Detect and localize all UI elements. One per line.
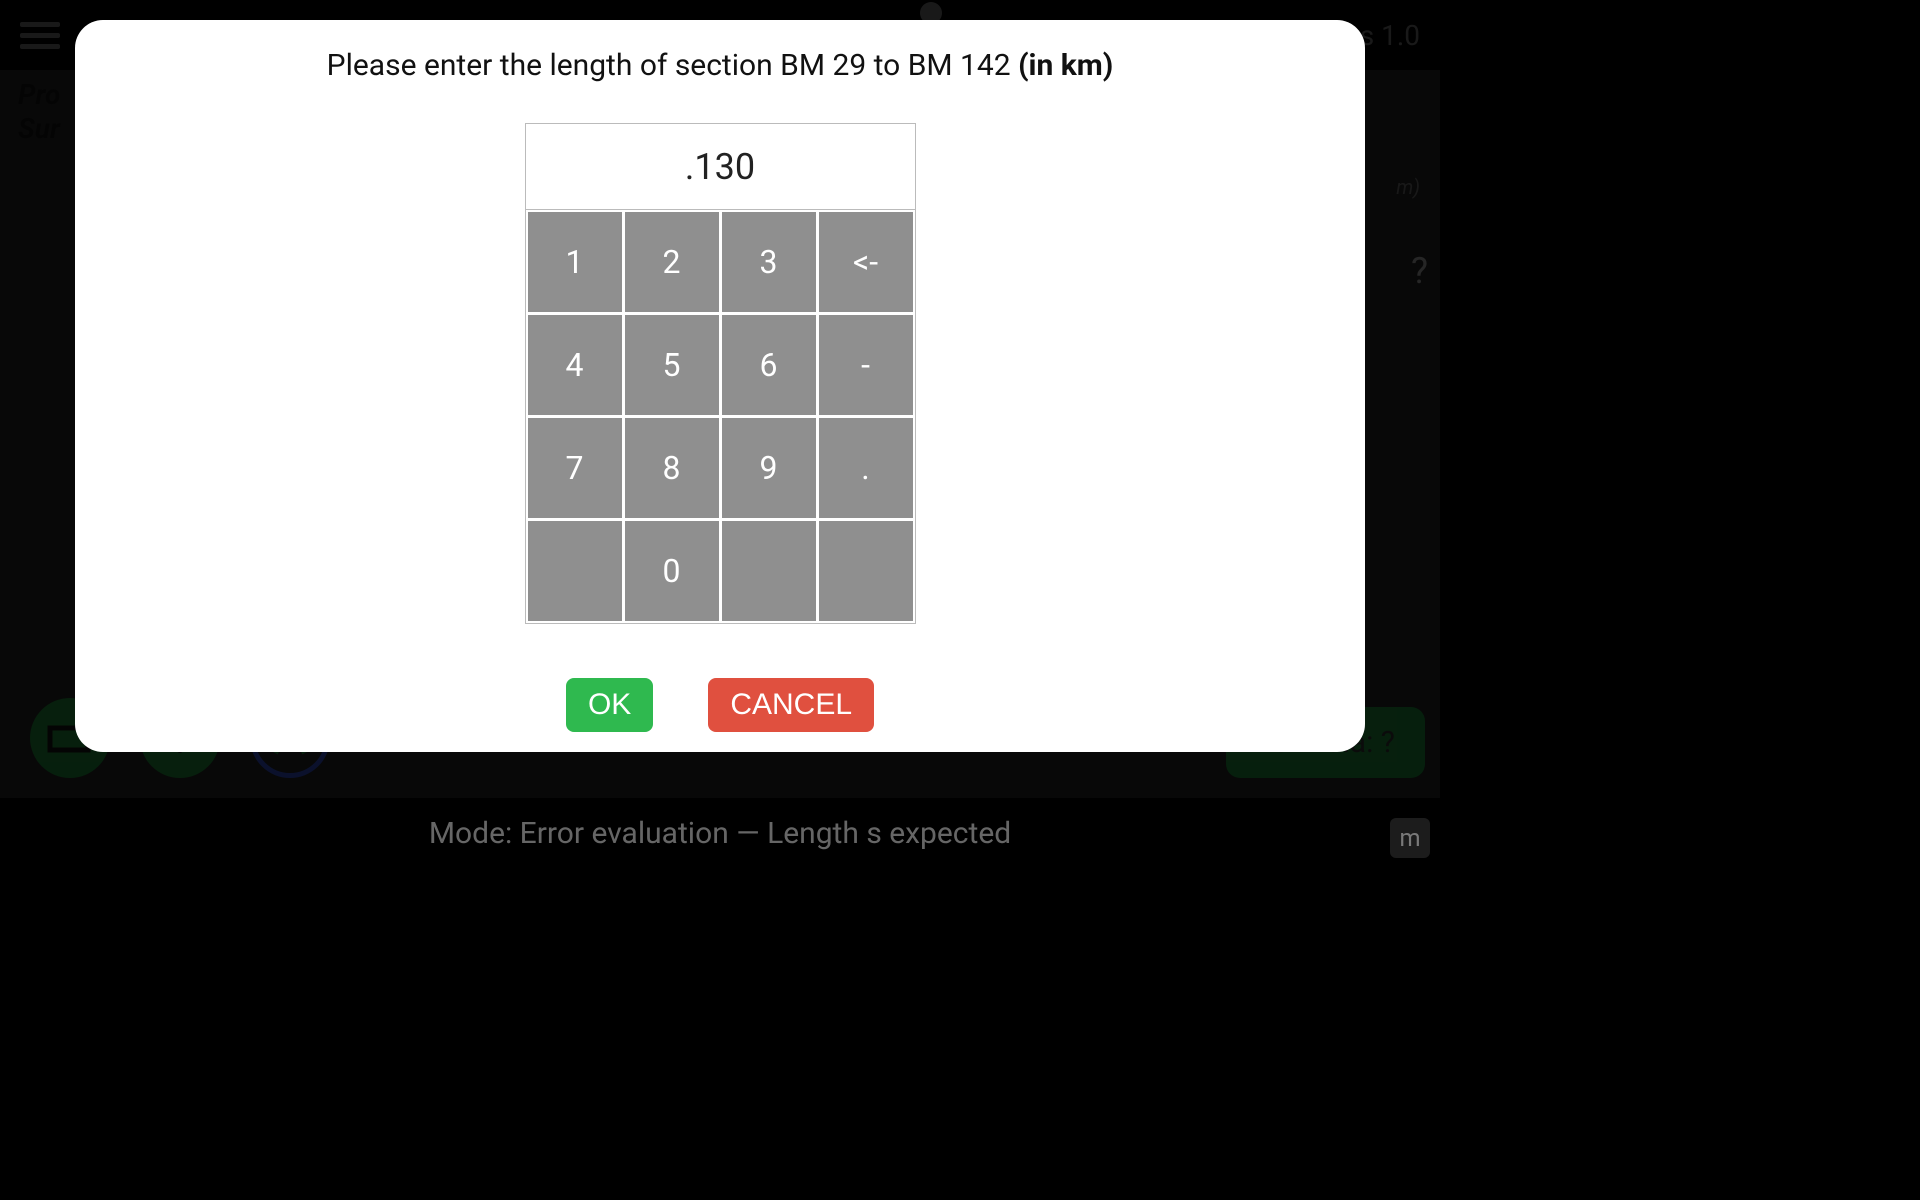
key-3[interactable]: 3 [722,212,816,312]
cancel-button[interactable]: CANCEL [708,678,874,732]
key-backspace[interactable]: <- [819,212,913,312]
ok-button[interactable]: OK [566,678,653,732]
dialog-actions: OK CANCEL [566,678,874,732]
key-5[interactable]: 5 [625,315,719,415]
key-7[interactable]: 7 [528,418,622,518]
key-2[interactable]: 2 [625,212,719,312]
numeric-keypad: .130 1 2 3 <- 4 5 6 - 7 8 9 . 0 [525,123,916,624]
key-6[interactable]: 6 [722,315,816,415]
key-1[interactable]: 1 [528,212,622,312]
key-9[interactable]: 9 [722,418,816,518]
key-dot[interactable]: . [819,418,913,518]
value-display[interactable]: .130 [526,124,915,210]
key-blank-3[interactable] [819,521,913,621]
key-blank-1[interactable] [528,521,622,621]
key-blank-2[interactable] [722,521,816,621]
key-minus[interactable]: - [819,315,913,415]
key-4[interactable]: 4 [528,315,622,415]
length-input-dialog: Please enter the length of section BM 29… [75,20,1365,752]
dialog-title: Please enter the length of section BM 29… [327,48,1114,83]
key-0[interactable]: 0 [625,521,719,621]
key-8[interactable]: 8 [625,418,719,518]
